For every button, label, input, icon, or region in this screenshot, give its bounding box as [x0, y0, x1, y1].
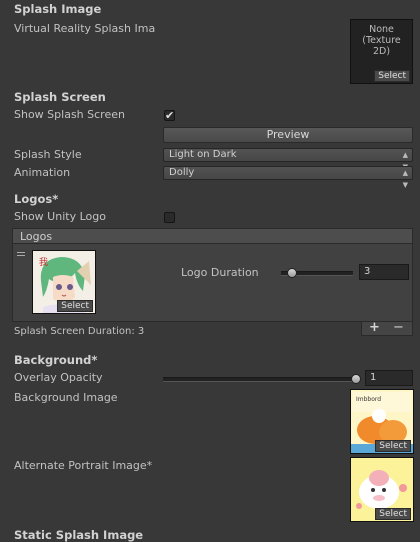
remove-logo-button[interactable]: − — [393, 320, 404, 335]
dropdown-arrows-icon: ▲▼ — [402, 169, 408, 189]
logo-select-button[interactable]: Select — [57, 300, 93, 312]
splash-screen-header: Splash Screen — [14, 90, 106, 104]
overlay-opacity-field[interactable]: 1 — [365, 370, 413, 386]
logos-list-body: 我 Select Logo Duration 3 — [12, 244, 413, 322]
splash-style-value: Light on Dark — [169, 149, 237, 160]
logos-list-header: Logos — [12, 228, 413, 244]
background-image-field[interactable]: Imbbord Select — [350, 389, 414, 454]
animation-dropdown[interactable]: Dolly ▲ ▼ — [163, 166, 413, 189]
svg-text:Imbbord: Imbbord — [356, 396, 381, 403]
texture-none-line2: (Texture — [362, 35, 401, 46]
logo-duration-slider-thumb[interactable] — [287, 268, 297, 278]
splash-duration-summary: Splash Screen Duration: 3 — [14, 326, 145, 337]
alternate-portrait-label: Alternate Portrait Image* — [14, 459, 153, 472]
splash-style-label: Splash Style — [14, 148, 82, 161]
overlay-opacity-label: Overlay Opacity — [14, 371, 103, 384]
svg-text:我: 我 — [39, 257, 48, 268]
list-footer: + − — [361, 320, 413, 336]
background-header: Background* — [14, 353, 98, 367]
background-select-button[interactable]: Select — [375, 440, 411, 452]
logo-duration-label: Logo Duration — [181, 266, 259, 279]
splash-image-header: Splash Image — [14, 2, 102, 16]
background-image-label: Background Image — [14, 391, 118, 404]
show-unity-logo-label: Show Unity Logo — [14, 210, 106, 223]
logo-duration-field[interactable]: 3 — [359, 264, 409, 280]
texture-none-line1: None — [369, 24, 394, 35]
show-splash-screen-checkbox[interactable]: ✔ — [164, 110, 175, 121]
vr-texture-select-button[interactable]: Select — [374, 70, 410, 82]
logos-header: Logos* — [14, 192, 59, 206]
drag-handle-icon[interactable] — [17, 252, 25, 256]
show-splash-screen-label: Show Splash Screen — [14, 108, 125, 121]
checkmark-icon: ✔ — [165, 109, 175, 122]
vr-splash-texture-field[interactable]: None (Texture 2D) Select — [350, 19, 413, 84]
overlay-opacity-slider-thumb[interactable] — [351, 374, 361, 384]
animation-label: Animation — [14, 166, 71, 179]
static-splash-image-header: Static Splash Image — [14, 528, 144, 542]
logo-texture-field[interactable]: 我 Select — [32, 250, 96, 314]
animation-value: Dolly — [169, 167, 195, 178]
alternate-portrait-select-button[interactable]: Select — [375, 508, 411, 520]
add-logo-button[interactable]: + — [369, 320, 380, 335]
vr-splash-image-label: Virtual Reality Splash Ima — [14, 22, 156, 35]
texture-none-line3: 2D) — [372, 46, 391, 57]
splash-style-dropdown[interactable]: Light on Dark ▲▼ — [163, 148, 413, 171]
logos-list-title: Logos — [20, 230, 53, 243]
overlay-opacity-slider-track[interactable] — [163, 377, 357, 382]
alternate-portrait-field[interactable]: Select — [350, 457, 414, 522]
show-unity-logo-checkbox[interactable] — [164, 212, 175, 223]
preview-button[interactable]: Preview — [163, 127, 413, 143]
